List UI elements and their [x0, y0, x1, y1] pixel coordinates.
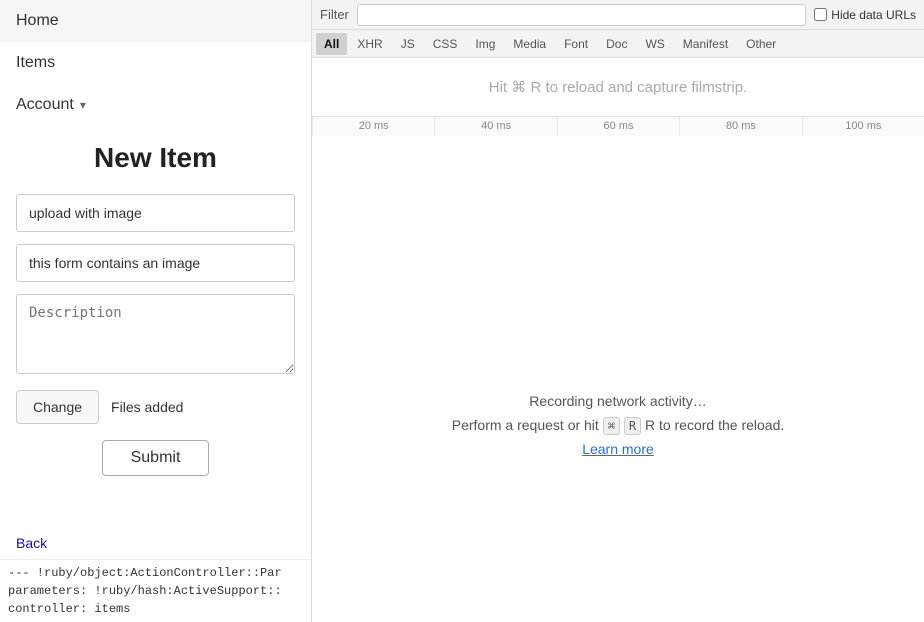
- tab-xhr[interactable]: XHR: [349, 33, 390, 55]
- tab-other[interactable]: Other: [738, 33, 784, 55]
- devtools-toolbar: Filter Hide data URLs: [312, 0, 924, 30]
- perform-text: Perform a request or hit ⌘ R R to record…: [452, 417, 785, 433]
- tab-all[interactable]: All: [316, 33, 347, 55]
- r-key: R: [624, 417, 641, 435]
- change-button[interactable]: Change: [16, 390, 99, 424]
- tab-media[interactable]: Media: [505, 33, 554, 55]
- left-panel: Home Items Account ▾ New Item Change Fil…: [0, 0, 312, 622]
- tab-font[interactable]: Font: [556, 33, 596, 55]
- learn-more-link[interactable]: Learn more: [582, 441, 654, 457]
- console-output: --- !ruby/object:ActionController::Par p…: [0, 559, 311, 622]
- filmstrip-message: Hit ⌘ R to reload and capture filmstrip.: [312, 58, 924, 116]
- submit-button[interactable]: Submit: [102, 440, 210, 476]
- tab-js[interactable]: JS: [393, 33, 423, 55]
- nav-items[interactable]: Items: [0, 42, 311, 84]
- nav-account-label: Account: [16, 96, 74, 114]
- devtools-tabs: All XHR JS CSS Img Media Font Doc WS Man…: [312, 30, 924, 58]
- console-line-3: controller: items: [8, 600, 303, 618]
- files-added-label: Files added: [111, 399, 183, 415]
- nav-home[interactable]: Home: [0, 0, 311, 42]
- ruler-mark-100: 100 ms: [802, 117, 924, 136]
- timeline-bars: [312, 136, 924, 266]
- page-title: New Item: [16, 142, 295, 174]
- tab-img[interactable]: Img: [467, 33, 503, 55]
- filter-input[interactable]: [357, 4, 806, 26]
- ruler-mark-60: 60 ms: [557, 117, 679, 136]
- ruler-mark-80: 80 ms: [679, 117, 801, 136]
- ruler-mark-40: 40 ms: [434, 117, 556, 136]
- subtitle-input[interactable]: [16, 244, 295, 282]
- nav-section: Home Items Account ▾: [0, 0, 311, 126]
- ruler-mark-20: 20 ms: [312, 117, 434, 136]
- back-link[interactable]: Back: [0, 535, 311, 551]
- file-row: Change Files added: [16, 390, 295, 424]
- hide-data-urls-label[interactable]: Hide data URLs: [814, 8, 916, 22]
- console-line-2: parameters: !ruby/hash:ActiveSupport::: [8, 582, 303, 600]
- filter-label: Filter: [320, 7, 349, 22]
- console-line-1: --- !ruby/object:ActionController::Par: [8, 564, 303, 582]
- description-input[interactable]: [16, 294, 295, 374]
- devtools-panel: Filter Hide data URLs All XHR JS CSS Img…: [312, 0, 924, 622]
- timeline-area: Hit ⌘ R to reload and capture filmstrip.…: [312, 58, 924, 228]
- recording-text: Recording network activity…: [529, 393, 706, 409]
- submit-row: Submit: [16, 440, 295, 476]
- nav-account[interactable]: Account ▾: [0, 84, 311, 126]
- timeline-ruler: 20 ms 40 ms 60 ms 80 ms 100 ms: [312, 116, 924, 136]
- network-status-area: Recording network activity… Perform a re…: [312, 228, 924, 622]
- tab-ws[interactable]: WS: [637, 33, 672, 55]
- tab-css[interactable]: CSS: [425, 33, 466, 55]
- chevron-down-icon: ▾: [80, 98, 86, 112]
- hide-data-urls-checkbox[interactable]: [814, 8, 827, 21]
- cmd-key: ⌘: [603, 417, 620, 435]
- tab-manifest[interactable]: Manifest: [675, 33, 736, 55]
- tab-doc[interactable]: Doc: [598, 33, 635, 55]
- name-input[interactable]: [16, 194, 295, 232]
- form-area: New Item Change Files added Submit: [0, 126, 311, 535]
